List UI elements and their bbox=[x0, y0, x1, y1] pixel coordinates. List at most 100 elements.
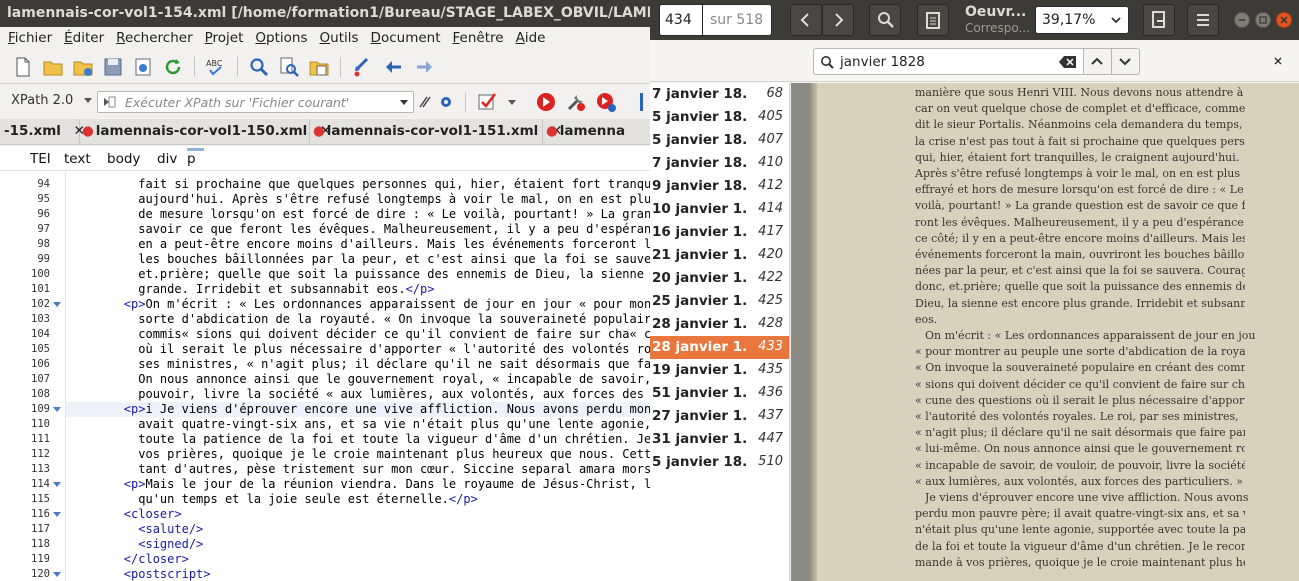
next-page-button[interactable] bbox=[822, 4, 854, 36]
code-line[interactable]: tant d'autres, pèse tristement sur mon c… bbox=[66, 462, 650, 477]
open-folder-icon[interactable] bbox=[42, 56, 64, 78]
file-tab[interactable]: ● lamennais-cor-vol1-150.xml ✕ bbox=[82, 119, 331, 144]
open-url-icon[interactable] bbox=[72, 56, 94, 78]
code-line[interactable]: les bouches bâillonnées par la peur, et … bbox=[66, 252, 650, 267]
clear-text-icon[interactable] bbox=[1059, 55, 1077, 69]
reload-icon[interactable] bbox=[162, 56, 184, 78]
breadcrumb-body[interactable]: body bbox=[107, 151, 140, 167]
xpath-version-select[interactable]: XPath 2.0 bbox=[11, 93, 73, 108]
find-previous-button[interactable] bbox=[1083, 48, 1112, 75]
search-result-item[interactable]: 5 janvier 18... 407 bbox=[650, 129, 789, 152]
code-line[interactable]: vos prières, quoique je le croie mainten… bbox=[66, 447, 650, 462]
save-all-icon[interactable] bbox=[132, 56, 154, 78]
search-result-item[interactable]: 7 janvier 18... 410 bbox=[650, 152, 789, 175]
chevron-down-icon[interactable] bbox=[84, 98, 92, 103]
code-line[interactable]: et.prière; quelle que soit la puissance … bbox=[66, 267, 650, 282]
search-icon[interactable] bbox=[248, 56, 270, 78]
code-line[interactable]: commis« sions qui doivent décider ce qu'… bbox=[66, 327, 650, 342]
replace-in-files-icon[interactable] bbox=[308, 56, 330, 78]
search-result-item[interactable]: 25 janvier 1... 425 bbox=[650, 290, 789, 313]
page-number-input[interactable]: 434 bbox=[659, 4, 703, 36]
annotations-button[interactable] bbox=[917, 4, 949, 36]
menu-document[interactable]: Document bbox=[365, 30, 447, 46]
close-icon[interactable] bbox=[1272, 55, 1284, 67]
menu-projet[interactable]: Projet bbox=[199, 30, 250, 46]
code-line[interactable]: On nous annonce ainsi que le gouvernemen… bbox=[66, 372, 650, 387]
code-line[interactable]: sorte d'abdication de la royauté. « On i… bbox=[66, 312, 650, 327]
xpath-input[interactable]: Exécuter XPath sur 'Fichier courant' bbox=[97, 91, 414, 113]
code-line[interactable]: fait si prochaine que quelques personnes… bbox=[66, 177, 650, 192]
configure-transform-icon[interactable] bbox=[565, 91, 587, 113]
menu-fichier[interactable]: Fichier bbox=[2, 30, 58, 46]
search-result-item[interactable]: 51 janvier 1... 436 bbox=[650, 382, 789, 405]
menu-fenetre[interactable]: Fenêtre bbox=[447, 30, 510, 46]
code-line[interactable]: </closer> bbox=[66, 552, 650, 567]
code-editor[interactable]: 94 95 96 97 98 99 100 101 102 103 104 105 106 107 108 1… bbox=[0, 171, 650, 581]
search-result-item[interactable]: 5 janvier 18... 405 bbox=[650, 106, 789, 129]
zoom-select[interactable]: 39,17% bbox=[1035, 6, 1129, 34]
search-result-item[interactable]: 28 janvier 1... 428 bbox=[650, 313, 789, 336]
search-result-item[interactable]: 31 janvier 1... 447 bbox=[650, 428, 789, 451]
export-button[interactable] bbox=[1143, 4, 1175, 36]
search-result-item[interactable]: 27 janvier 1... 437 bbox=[650, 405, 789, 428]
xpath-history-icon[interactable] bbox=[102, 96, 116, 108]
breadcrumb-div[interactable]: div bbox=[157, 151, 177, 167]
code-line[interactable]: <salute/> bbox=[66, 522, 650, 537]
code-line[interactable]: avait quatre-vingt-six ans, et sa vie n'… bbox=[66, 417, 650, 432]
file-tab[interactable]: ● lamennais-cor-vol1-151.xml ✕ bbox=[313, 119, 562, 144]
code-line[interactable]: <signed/> bbox=[66, 537, 650, 552]
search-result-item[interactable]: 21 janvier 1... 420 bbox=[650, 244, 789, 267]
breadcrumb-p[interactable]: p bbox=[187, 148, 204, 167]
chevron-down-icon[interactable] bbox=[508, 100, 516, 105]
document-canvas[interactable]: manière que sous Henri VIII. Nous devons… bbox=[791, 83, 1299, 581]
code-line[interactable]: qu'un temps et la joie seule est éternel… bbox=[66, 492, 650, 507]
debug-transform-icon[interactable] bbox=[595, 91, 617, 113]
new-file-icon[interactable] bbox=[12, 56, 34, 78]
find-next-button[interactable] bbox=[1111, 48, 1140, 75]
code-line[interactable]: <p>i Je viens d'éprouver encore une vive… bbox=[66, 402, 650, 417]
maximize-button[interactable] bbox=[1255, 12, 1271, 28]
breadcrumb-tei[interactable]: TEI bbox=[30, 151, 51, 167]
close-window-button[interactable] bbox=[1276, 12, 1292, 28]
fold-toggle-icon[interactable] bbox=[53, 572, 61, 577]
previous-page-button[interactable] bbox=[790, 4, 822, 36]
apply-transform-icon[interactable] bbox=[535, 91, 557, 113]
fold-toggle-icon[interactable] bbox=[53, 482, 61, 487]
code-line[interactable]: grande. Irridebit et subsannabit eos.</p… bbox=[66, 282, 650, 297]
save-icon[interactable] bbox=[102, 56, 124, 78]
code-line[interactable]: ses ministres, « n'agit plus; il déclare… bbox=[66, 357, 650, 372]
search-result-item[interactable]: 9 janvier 18... 412 bbox=[650, 175, 789, 198]
find-in-files-icon[interactable] bbox=[278, 56, 300, 78]
spellcheck-icon[interactable]: ABC bbox=[205, 56, 227, 78]
search-input[interactable]: janvier 1828 bbox=[813, 48, 1084, 75]
gear-icon[interactable] bbox=[438, 94, 454, 110]
code-line[interactable]: où il serait le plus nécessaire d'apport… bbox=[66, 342, 650, 357]
chevron-down-icon[interactable] bbox=[400, 100, 408, 105]
minimize-button[interactable] bbox=[1234, 12, 1250, 28]
code-text-area[interactable]: fait si prochaine que quelques personnes… bbox=[66, 171, 650, 581]
search-result-item[interactable]: 7 janvier 18... 68 bbox=[650, 83, 789, 106]
code-line[interactable]: <closer> bbox=[66, 507, 650, 522]
fold-toggle-icon[interactable] bbox=[53, 512, 61, 517]
menu-button[interactable] bbox=[1187, 4, 1219, 36]
search-result-item[interactable]: 16 janvier 1... 417 bbox=[650, 221, 789, 244]
file-tab[interactable]: ● lamenna bbox=[546, 119, 650, 144]
back-arrow-icon[interactable] bbox=[383, 56, 405, 78]
forward-arrow-icon[interactable] bbox=[413, 56, 435, 78]
search-result-item[interactable]: 5 janvier 18... 510 bbox=[650, 451, 789, 474]
code-line[interactable]: savoir ce que feront les évêques. Malheu… bbox=[66, 222, 650, 237]
validate-icon[interactable] bbox=[477, 92, 499, 112]
go-to-marker-icon[interactable] bbox=[352, 56, 374, 78]
menu-aide[interactable]: Aide bbox=[510, 30, 552, 46]
xpath-options-icon[interactable] bbox=[418, 95, 432, 109]
search-result-item[interactable]: 28 janvier 1... 433 bbox=[650, 336, 789, 359]
code-line[interactable]: <p>Mais le jour de la réunion viendra. D… bbox=[66, 477, 650, 492]
breadcrumb-text[interactable]: text bbox=[64, 151, 91, 167]
fold-toggle-icon[interactable] bbox=[53, 407, 61, 412]
code-line[interactable]: pouvoir, livre la société « aux lumières… bbox=[66, 387, 650, 402]
find-button[interactable] bbox=[869, 4, 901, 36]
menu-editer[interactable]: Éditer bbox=[58, 30, 110, 46]
search-result-item[interactable]: 20 janvier 1... 422 bbox=[650, 267, 789, 290]
menu-outils[interactable]: Outils bbox=[314, 30, 365, 46]
code-line[interactable]: <p>On m'écrit : « Les ordonnances appara… bbox=[66, 297, 650, 312]
